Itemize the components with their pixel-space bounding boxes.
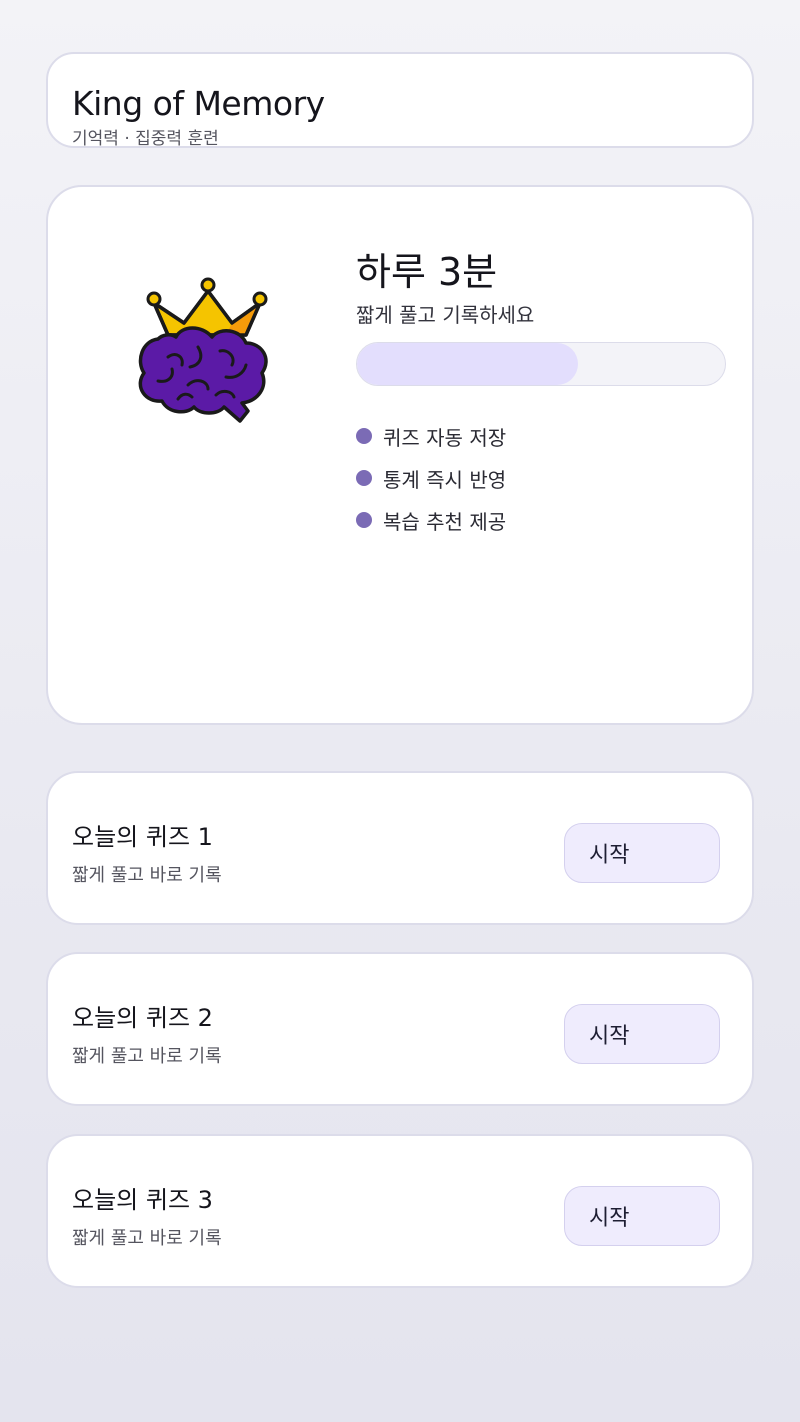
bullet-dot-icon bbox=[356, 428, 372, 444]
bullet-dot-icon bbox=[356, 512, 372, 528]
start-quiz-2-button[interactable]: 시작 bbox=[564, 1004, 720, 1064]
start-quiz-3-button[interactable]: 시작 bbox=[564, 1186, 720, 1246]
feature-label: 퀴즈 자동 저장 bbox=[383, 425, 507, 450]
app-title: King of Memory bbox=[72, 84, 325, 123]
quiz-subtitle: 짧게 풀고 바로 기록 bbox=[72, 1046, 222, 1067]
crowned-brain-icon bbox=[138, 277, 268, 423]
progress-fill bbox=[357, 343, 578, 385]
bullet-dot-icon bbox=[356, 470, 372, 486]
quiz-card-1: 오늘의 퀴즈 1 짧게 풀고 바로 기록 시작 bbox=[46, 771, 754, 925]
quiz-subtitle: 짧게 풀고 바로 기록 bbox=[72, 1228, 222, 1249]
feature-item: 복습 추천 제공 bbox=[356, 499, 506, 541]
hero-title: 하루 3분 bbox=[356, 250, 498, 294]
feature-list: 퀴즈 자동 저장 통계 즉시 반영 복습 추천 제공 bbox=[356, 415, 506, 541]
hero-card: 하루 3분 짧게 풀고 기록하세요 퀴즈 자동 저장 통계 즉시 반영 복습 추… bbox=[46, 185, 754, 725]
quiz-title: 오늘의 퀴즈 1 bbox=[72, 823, 213, 851]
quiz-title: 오늘의 퀴즈 3 bbox=[72, 1186, 213, 1214]
quiz-title: 오늘의 퀴즈 2 bbox=[72, 1004, 213, 1032]
header-card: King of Memory 기억력 · 집중력 훈련 bbox=[46, 52, 754, 149]
quiz-card-2: 오늘의 퀴즈 2 짧게 풀고 바로 기록 시작 bbox=[46, 952, 754, 1106]
app-subtitle: 기억력 · 집중력 훈련 bbox=[72, 129, 219, 149]
daily-progress-bar bbox=[356, 342, 726, 386]
quiz-card-3: 오늘의 퀴즈 3 짧게 풀고 바로 기록 시작 bbox=[46, 1134, 754, 1288]
hero-subtitle: 짧게 풀고 기록하세요 bbox=[356, 303, 535, 327]
feature-item: 퀴즈 자동 저장 bbox=[356, 415, 506, 457]
feature-item: 통계 즉시 반영 bbox=[356, 457, 506, 499]
quiz-subtitle: 짧게 풀고 바로 기록 bbox=[72, 865, 222, 886]
feature-label: 복습 추천 제공 bbox=[383, 509, 507, 534]
feature-label: 통계 즉시 반영 bbox=[383, 467, 507, 492]
start-quiz-1-button[interactable]: 시작 bbox=[564, 823, 720, 883]
